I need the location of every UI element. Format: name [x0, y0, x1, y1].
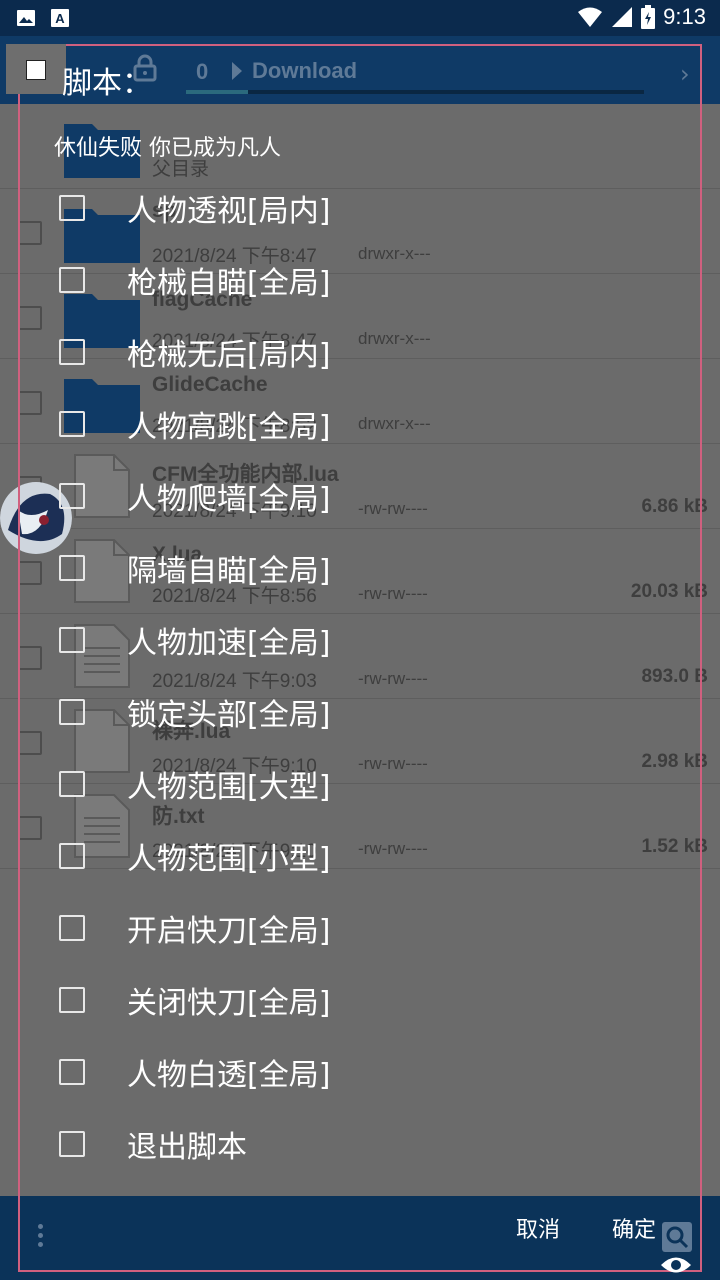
search-icon[interactable]: [662, 1222, 692, 1252]
option-item[interactable]: 锁定头部[全局]: [54, 682, 654, 742]
option-item[interactable]: 关闭快刀[全局]: [54, 970, 654, 1030]
chevron-right-icon[interactable]: ›: [680, 60, 690, 88]
breadcrumb-accent: [186, 90, 248, 94]
option-checkbox[interactable]: [59, 627, 85, 653]
option-label: 枪械无后[局内]: [127, 338, 331, 373]
more-options-icon[interactable]: [38, 1224, 46, 1247]
option-checkbox[interactable]: [59, 339, 85, 365]
option-checkbox[interactable]: [59, 267, 85, 293]
option-checkbox[interactable]: [59, 483, 85, 509]
option-label: 人物高跳[全局]: [127, 410, 331, 445]
path-count[interactable]: 0: [196, 59, 208, 85]
script-subtitle: 休仙失败 你已成为凡人: [54, 136, 281, 161]
option-label: 人物爬墙[全局]: [127, 482, 331, 517]
option-item[interactable]: 人物爬墙[全局]: [54, 466, 654, 526]
row-checkbox[interactable]: [18, 306, 42, 330]
wifi-icon: [578, 7, 603, 27]
signal-icon: [612, 7, 633, 27]
option-checkbox[interactable]: [59, 1059, 85, 1085]
option-checkbox[interactable]: [59, 195, 85, 221]
breadcrumb-current[interactable]: Download: [252, 58, 357, 84]
image-icon: [17, 10, 35, 26]
option-item[interactable]: 枪械无后[局内]: [54, 322, 654, 382]
option-checkbox[interactable]: [59, 771, 85, 797]
clock: 9:13: [663, 4, 706, 29]
option-item[interactable]: 退出脚本: [54, 1114, 654, 1174]
option-item[interactable]: 人物加速[全局]: [54, 610, 654, 670]
option-label: 退出脚本: [127, 1130, 247, 1165]
option-checkbox[interactable]: [59, 699, 85, 725]
row-checkbox[interactable]: [18, 646, 42, 670]
option-checkbox[interactable]: [59, 555, 85, 581]
text-a-icon: A: [51, 9, 69, 27]
battery-icon: [641, 5, 656, 29]
breadcrumb-arrow-icon: [232, 62, 242, 80]
row-checkbox[interactable]: [18, 816, 42, 840]
script-title: 脚本：: [62, 66, 152, 101]
option-label: 枪械自瞄[全局]: [127, 266, 331, 301]
row-checkbox[interactable]: [18, 561, 42, 585]
eye-icon[interactable]: [660, 1254, 692, 1276]
option-checkbox[interactable]: [59, 411, 85, 437]
bottom-bar: 取消 确定: [0, 1196, 720, 1280]
option-item[interactable]: 人物白透[全局]: [54, 1042, 654, 1102]
row-checkbox[interactable]: [18, 731, 42, 755]
row-checkbox[interactable]: [18, 221, 42, 245]
option-item[interactable]: 人物范围[大型]: [54, 754, 654, 814]
cancel-button[interactable]: 取消: [516, 1212, 560, 1244]
option-checkbox[interactable]: [59, 843, 85, 869]
breadcrumb-underline: [186, 90, 644, 94]
option-checkbox[interactable]: [59, 1131, 85, 1157]
option-label: 人物透视[局内]: [127, 194, 331, 229]
status-bar: A 9:13: [0, 0, 720, 36]
minimize-button[interactable]: [6, 44, 66, 94]
row-checkbox[interactable]: [18, 391, 42, 415]
option-label: 开启快刀[全局]: [127, 914, 331, 949]
option-label: 人物范围[大型]: [127, 770, 331, 805]
option-item[interactable]: 隔墙自瞄[全局]: [54, 538, 654, 598]
option-item[interactable]: 枪械自瞄[全局]: [54, 250, 654, 310]
option-item[interactable]: 人物高跳[全局]: [54, 394, 654, 454]
svg-text:A: A: [55, 11, 65, 26]
option-checkbox[interactable]: [59, 987, 85, 1013]
option-label: 锁定头部[全局]: [127, 698, 331, 733]
option-item[interactable]: 开启快刀[全局]: [54, 898, 654, 958]
option-checkbox[interactable]: [59, 915, 85, 941]
option-label: 人物加速[全局]: [127, 626, 331, 661]
option-label: 关闭快刀[全局]: [127, 986, 331, 1021]
option-item[interactable]: 人物透视[局内]: [54, 178, 654, 238]
confirm-button[interactable]: 确定: [612, 1212, 656, 1244]
option-label: 人物白透[全局]: [127, 1058, 331, 1093]
option-label: 人物范围[小型]: [127, 842, 331, 877]
option-item[interactable]: 人物范围[小型]: [54, 826, 654, 886]
option-label: 隔墙自瞄[全局]: [127, 554, 331, 589]
